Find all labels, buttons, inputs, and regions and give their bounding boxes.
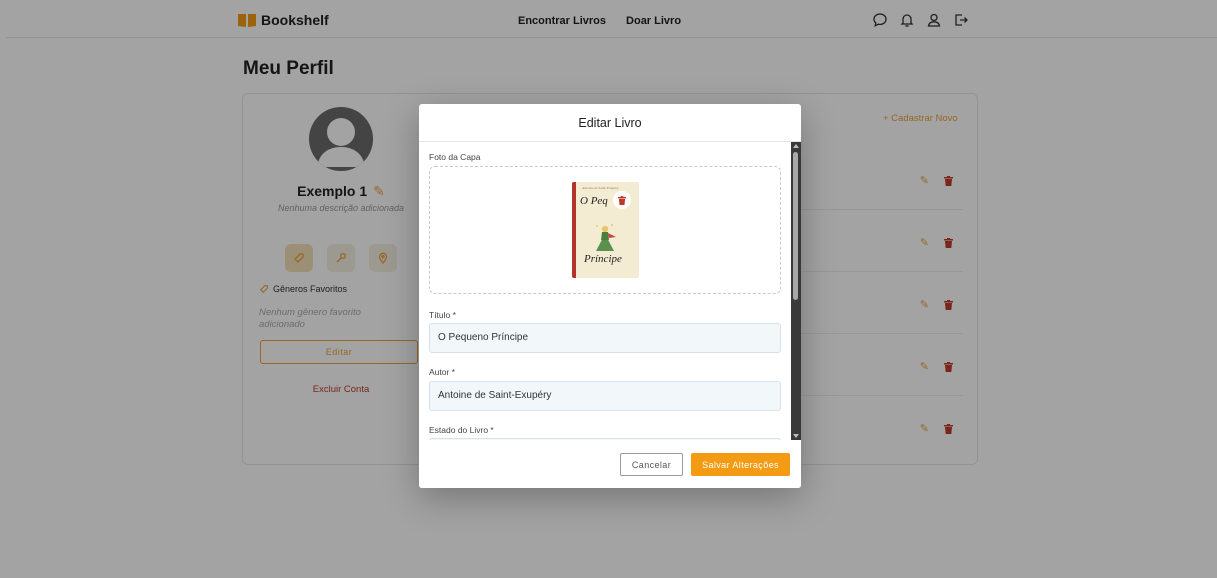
little-prince-figure-icon: [596, 224, 616, 251]
edit-book-modal: Editar Livro Foto da Capa Antoine de Sai…: [419, 104, 801, 488]
remove-cover-button[interactable]: [613, 191, 631, 209]
book-cover-image: Antoine de Saint-Exupéry O Peq Príncipe: [572, 182, 639, 278]
trash-icon: [618, 195, 626, 205]
scroll-down-arrow[interactable]: [793, 434, 799, 438]
cover-photo-label: Foto da Capa: [429, 152, 481, 162]
modal-scrollbar[interactable]: [791, 142, 801, 440]
save-changes-button[interactable]: Salvar Alterações: [691, 453, 790, 476]
modal-footer: Cancelar Salvar Alterações: [419, 440, 801, 488]
cover-spine: [572, 182, 576, 278]
author-field-label: Autor *: [429, 367, 455, 377]
cover-author-text: Antoine de Saint-Exupéry: [582, 186, 619, 190]
cover-title-line-1: O Peq: [580, 195, 608, 207]
modal-body: Foto da Capa Antoine de Saint-Exupéry O …: [419, 142, 801, 440]
scroll-up-arrow[interactable]: [793, 144, 799, 148]
scrollbar-thumb[interactable]: [793, 152, 798, 300]
modal-title: Editar Livro: [419, 104, 801, 142]
cover-title-line-2: Príncipe: [584, 253, 622, 265]
author-input[interactable]: Antoine de Saint-Exupéry: [429, 381, 781, 411]
cancel-button[interactable]: Cancelar: [620, 453, 683, 476]
title-field-label: Título *: [429, 310, 456, 320]
condition-field-label: Estado do Livro *: [429, 425, 494, 435]
cover-dropzone[interactable]: Antoine de Saint-Exupéry O Peq Príncipe: [429, 166, 781, 294]
title-input[interactable]: O Pequeno Príncipe: [429, 323, 781, 353]
